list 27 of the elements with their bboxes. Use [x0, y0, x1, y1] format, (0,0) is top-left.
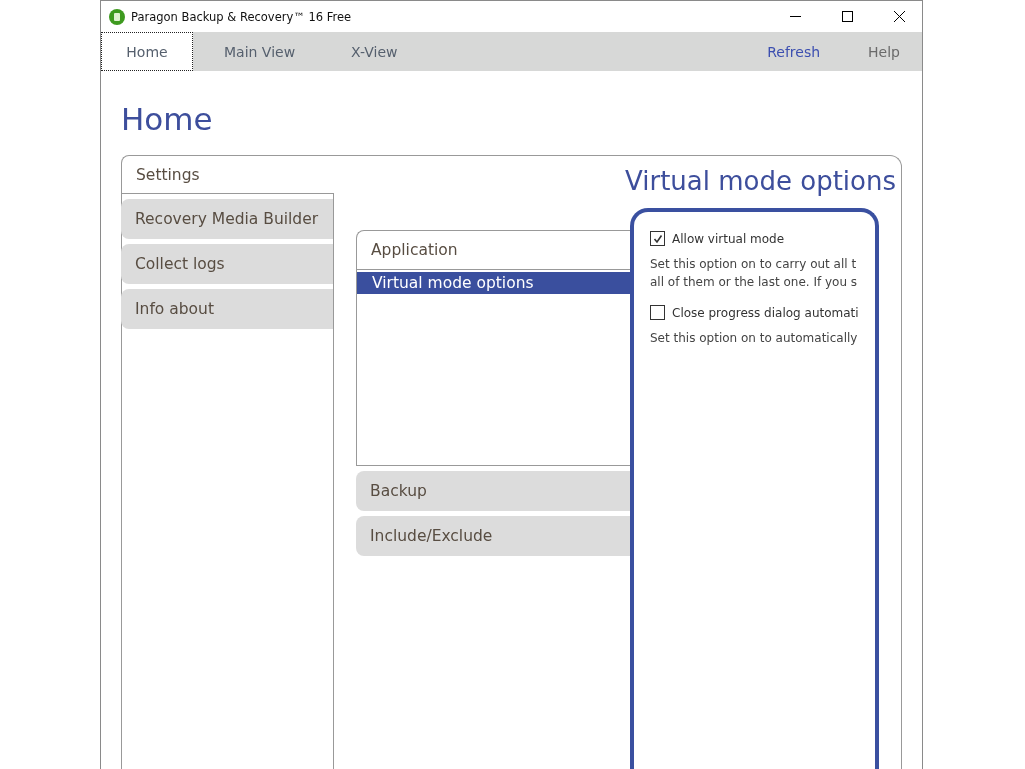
nav-tab[interactable]: X-View [326, 32, 423, 71]
nav-tab[interactable]: Home [101, 32, 193, 71]
option-label: Close progress dialog automati [672, 305, 859, 320]
sidebar-item[interactable]: Settings [121, 155, 334, 194]
option-label: Allow virtual mode [672, 231, 785, 246]
category-header[interactable]: Application [356, 230, 630, 270]
nav-tab[interactable]: Main View [199, 32, 321, 71]
option-description: Set this option on to carry out all t [650, 256, 858, 273]
sidebar-item[interactable]: Recovery Media Builder [121, 199, 333, 239]
section-title: Virtual mode options [624, 166, 896, 196]
list-item[interactable]: Virtual mode options [357, 272, 630, 294]
checkmark-icon [652, 233, 663, 244]
app-logo-icon [109, 8, 125, 25]
close-icon [893, 11, 905, 22]
refresh-link[interactable]: Refresh [741, 32, 843, 71]
page-title: Home [121, 101, 214, 137]
checkbox[interactable] [650, 305, 665, 320]
help-menu[interactable]: Help [842, 32, 922, 71]
sidebar-item[interactable]: Collect logs [121, 244, 333, 284]
checkbox[interactable] [650, 231, 665, 246]
option-description: all of them or the last one. If you s [650, 274, 859, 291]
sidebar-item[interactable]: Info about [121, 289, 333, 329]
option-description: Set this option on to automatically [650, 330, 859, 347]
maximize-icon [841, 11, 853, 22]
category-header[interactable]: Include/Exclude [356, 516, 630, 556]
window-title: Paragon Backup & Recovery™ 16 Free [131, 9, 353, 24]
category-header[interactable]: Backup [356, 471, 630, 511]
